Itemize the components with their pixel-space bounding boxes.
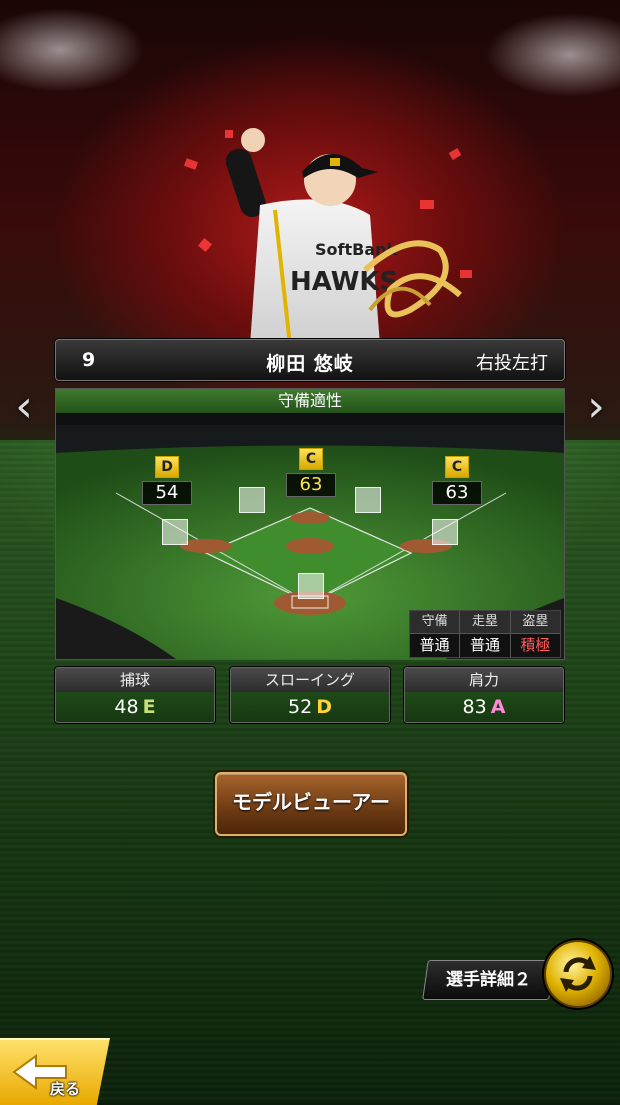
position-value: 63 <box>286 473 336 497</box>
position-center-field[interactable]: C 63 <box>286 448 336 497</box>
model-viewer-button[interactable]: モデルビューアー <box>215 772 407 836</box>
position-second-base[interactable] <box>355 487 381 513</box>
player-name-bar: 9 柳田 悠岐 右投左打 <box>55 339 565 381</box>
value-defense: 普通 <box>410 634 460 657</box>
running-defense-table: 守備 走塁 盗塁 普通 普通 積極 <box>409 610 561 658</box>
value-baserunning: 普通 <box>460 634 510 657</box>
defense-aptitude-title: 守備適性 <box>56 389 564 413</box>
stat-value-row: 48 E <box>56 692 214 722</box>
position-catcher[interactable] <box>298 573 324 599</box>
grade-badge: C <box>299 448 323 470</box>
position-right-field[interactable]: C 63 <box>432 456 482 505</box>
position-first-base[interactable] <box>432 519 458 545</box>
back-button[interactable]: 戻る <box>0 1038 110 1105</box>
stat-label: スローイング <box>231 668 389 692</box>
position-value: 63 <box>432 481 482 505</box>
stat-label: 肩力 <box>405 668 563 692</box>
swap-arrows-glyph <box>560 956 596 992</box>
position-left-field[interactable]: D 54 <box>142 456 192 505</box>
grade-badge: D <box>155 456 179 478</box>
stat-grade: E <box>142 696 156 718</box>
header-baserunning: 走塁 <box>460 611 510 633</box>
stat-throwing: スローイング 52 D <box>230 667 390 723</box>
position-shortstop[interactable] <box>239 487 265 513</box>
handedness: 右投左打 <box>476 353 548 374</box>
position-third-base[interactable] <box>162 519 188 545</box>
stat-label: 捕球 <box>56 668 214 692</box>
stat-arm-strength: 肩力 83 A <box>404 667 564 723</box>
value-stealing: 積極 <box>510 634 560 657</box>
header-defense: 守備 <box>410 611 460 633</box>
player-detail-2-label: 選手詳細２ <box>446 970 531 990</box>
stat-grade: A <box>490 696 506 718</box>
stat-value: 83 <box>462 696 487 718</box>
grade-badge: C <box>445 456 469 478</box>
chevron-left-icon[interactable]: ‹ <box>6 382 42 432</box>
stat-value: 52 <box>288 696 313 718</box>
stat-value-row: 83 A <box>405 692 563 722</box>
player-illustration: SoftBank HAWKS <box>183 128 472 345</box>
stat-grade: D <box>316 696 332 718</box>
player-detail-2-button[interactable]: 選手詳細２ <box>422 960 555 1000</box>
position-value: 54 <box>142 481 192 505</box>
back-label: 戻る <box>50 1080 81 1098</box>
stat-value-row: 52 D <box>231 692 389 722</box>
stat-value: 48 <box>114 696 139 718</box>
header-stealing: 盗塁 <box>510 611 560 633</box>
svg-text:HAWKS: HAWKS <box>290 267 398 297</box>
chevron-right-icon[interactable]: › <box>578 382 614 432</box>
stat-catching: 捕球 48 E <box>55 667 215 723</box>
swap-arrows-icon[interactable] <box>544 940 612 1008</box>
